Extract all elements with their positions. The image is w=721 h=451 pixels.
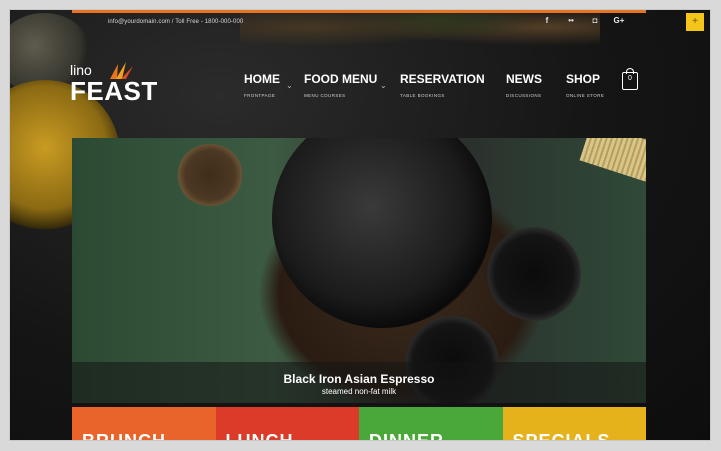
nav-label: HOME	[244, 72, 280, 86]
instagram-icon[interactable]: ◘	[588, 16, 602, 25]
hero-image-mat	[579, 138, 646, 182]
nav-item-news[interactable]: NEWS DISCUSSIONS	[506, 72, 542, 98]
tile-dinner[interactable]: DINNER	[359, 407, 503, 440]
nav-sublabel: TABLE BOOKINGS	[400, 93, 445, 98]
tile-brunch[interactable]: BRUNCH	[72, 407, 216, 440]
tile-label: BRUNCH	[82, 431, 166, 440]
nav-item-home[interactable]: HOME FRONTPAGE	[244, 72, 280, 98]
tile-label: LUNCH	[226, 431, 294, 440]
nav-sublabel: MENU COURSES	[304, 93, 346, 98]
cart-count: 0	[628, 75, 632, 82]
tile-lunch[interactable]: LUNCH	[215, 407, 359, 440]
nav-item-food-menu[interactable]: FOOD MENU MENU COURSES	[304, 72, 377, 98]
nav-label: NEWS	[506, 72, 542, 86]
nav-sublabel: DISCUSSIONS	[506, 93, 542, 98]
menu-category-tiles: BRUNCH LUNCH DINNER SPECIALS	[72, 407, 646, 440]
chevron-down-icon: ⌄	[380, 81, 387, 90]
top-accent-bar	[72, 10, 646, 13]
chevron-down-icon: ⌄	[286, 81, 293, 90]
nav-label: FOOD MENU	[304, 72, 378, 86]
contact-info: info@yourdomain.com / Toll Free - 1800-0…	[108, 19, 244, 25]
hero-subtitle: steamed non-fat milk	[321, 387, 397, 396]
hero-image-cup	[484, 224, 584, 324]
google-plus-icon[interactable]: G+	[612, 16, 626, 25]
nav-label: SHOP	[566, 72, 601, 86]
browser-viewport: info@yourdomain.com / Toll Free - 1800-0…	[10, 10, 710, 440]
nav-item-shop[interactable]: SHOP ONLINE STORE	[566, 72, 604, 98]
logo-big-text: FEAST	[70, 76, 158, 106]
nav-item-reservation[interactable]: RESERVATION TABLE BOOKINGS	[400, 72, 485, 98]
tile-specials[interactable]: SPECIALS	[502, 407, 646, 440]
flickr-icon[interactable]: ••	[564, 16, 578, 25]
shopping-bag-icon[interactable]: 0	[622, 68, 638, 90]
social-links: f •• ◘ G+	[540, 16, 626, 25]
hero-title: Black Iron Asian Espresso	[283, 372, 435, 386]
facebook-icon[interactable]: f	[540, 16, 554, 25]
tile-label: DINNER	[369, 431, 444, 440]
nav-sublabel: FRONTPAGE	[244, 93, 276, 98]
hero-slider[interactable]: Black Iron Asian Espresso steamed non-fa…	[72, 138, 646, 403]
hero-image-scoop	[177, 144, 243, 206]
corner-toggle-button[interactable]: +	[686, 13, 704, 31]
nav-label: RESERVATION	[400, 72, 485, 86]
tile-label: SPECIALS	[513, 431, 611, 440]
nav-sublabel: ONLINE STORE	[566, 93, 605, 98]
